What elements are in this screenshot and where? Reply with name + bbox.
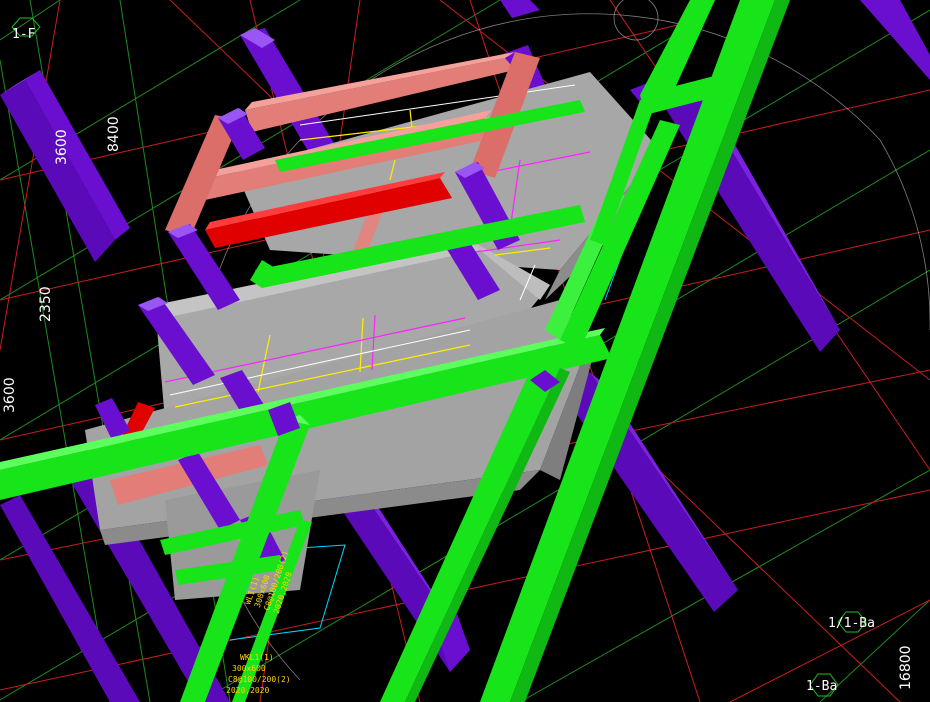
- dimension-label-3: 2350: [38, 286, 54, 322]
- annotation-lower-line-3: C8@100/200(2): [228, 675, 291, 684]
- grid-label-1-Ba: 1-Ba: [806, 679, 837, 694]
- dimension-label-5: 16800: [898, 645, 914, 690]
- grid-label-1-1-Ba: 1/1-Ba: [828, 616, 875, 631]
- annotation-lower-line-1: WKL1(1): [240, 653, 274, 662]
- structural-model-view: 1-F 1/1-Ba 1-Ba 3600 8400 2350 3600 1680…: [0, 0, 930, 702]
- grid-label-1-F: 1-F: [12, 27, 36, 42]
- dimension-label-2: 8400: [106, 116, 122, 152]
- annotation-lower-line-4: 2020,2020: [226, 686, 270, 695]
- cad-3d-viewport[interactable]: 1-F 1/1-Ba 1-Ba 3600 8400 2350 3600 1680…: [0, 0, 930, 702]
- dimension-label-1: 3600: [54, 129, 70, 165]
- dimension-label-4: 3600: [2, 377, 18, 413]
- annotation-lower-line-2: 300x600: [232, 664, 266, 673]
